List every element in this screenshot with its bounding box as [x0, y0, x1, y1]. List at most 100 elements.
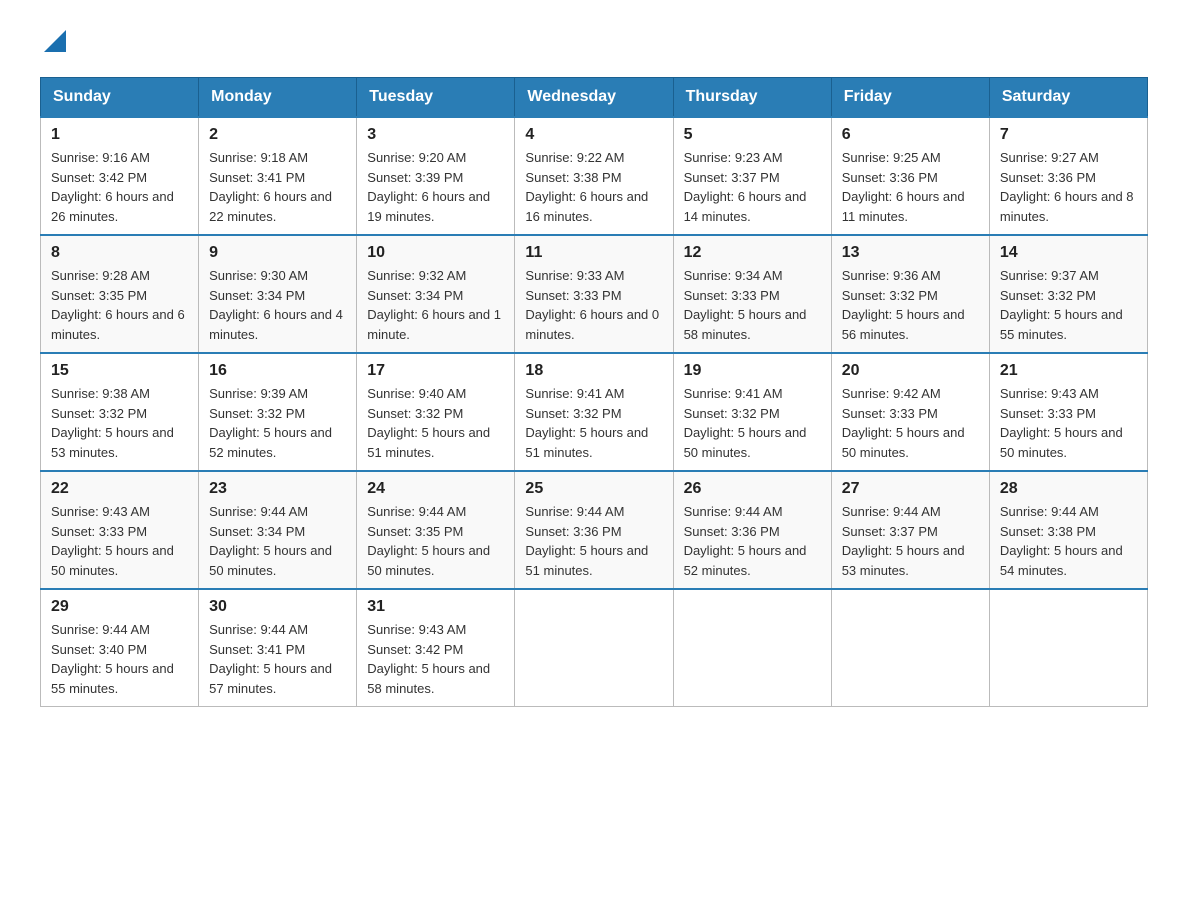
day-info: Sunrise: 9:41 AM Sunset: 3:32 PM Dayligh…	[525, 384, 662, 462]
day-info: Sunrise: 9:32 AM Sunset: 3:34 PM Dayligh…	[367, 266, 504, 344]
weekday-header-friday: Friday	[831, 78, 989, 118]
calendar-cell: 4 Sunrise: 9:22 AM Sunset: 3:38 PM Dayli…	[515, 117, 673, 235]
day-number: 3	[367, 126, 504, 144]
day-info: Sunrise: 9:44 AM Sunset: 3:36 PM Dayligh…	[525, 502, 662, 580]
day-number: 4	[525, 126, 662, 144]
calendar-cell: 16 Sunrise: 9:39 AM Sunset: 3:32 PM Dayl…	[199, 353, 357, 471]
weekday-header-wednesday: Wednesday	[515, 78, 673, 118]
calendar-cell: 19 Sunrise: 9:41 AM Sunset: 3:32 PM Dayl…	[673, 353, 831, 471]
calendar-cell: 22 Sunrise: 9:43 AM Sunset: 3:33 PM Dayl…	[41, 471, 199, 589]
day-info: Sunrise: 9:38 AM Sunset: 3:32 PM Dayligh…	[51, 384, 188, 462]
calendar-cell: 2 Sunrise: 9:18 AM Sunset: 3:41 PM Dayli…	[199, 117, 357, 235]
calendar-cell: 17 Sunrise: 9:40 AM Sunset: 3:32 PM Dayl…	[357, 353, 515, 471]
day-info: Sunrise: 9:44 AM Sunset: 3:37 PM Dayligh…	[842, 502, 979, 580]
day-number: 31	[367, 598, 504, 616]
calendar-cell: 5 Sunrise: 9:23 AM Sunset: 3:37 PM Dayli…	[673, 117, 831, 235]
day-number: 16	[209, 362, 346, 380]
calendar-cell: 23 Sunrise: 9:44 AM Sunset: 3:34 PM Dayl…	[199, 471, 357, 589]
week-row-1: 1 Sunrise: 9:16 AM Sunset: 3:42 PM Dayli…	[41, 117, 1148, 235]
calendar-cell	[515, 589, 673, 707]
day-info: Sunrise: 9:18 AM Sunset: 3:41 PM Dayligh…	[209, 148, 346, 226]
calendar-cell: 31 Sunrise: 9:43 AM Sunset: 3:42 PM Dayl…	[357, 589, 515, 707]
day-info: Sunrise: 9:37 AM Sunset: 3:32 PM Dayligh…	[1000, 266, 1137, 344]
day-info: Sunrise: 9:23 AM Sunset: 3:37 PM Dayligh…	[684, 148, 821, 226]
day-number: 20	[842, 362, 979, 380]
calendar-cell: 1 Sunrise: 9:16 AM Sunset: 3:42 PM Dayli…	[41, 117, 199, 235]
calendar-cell: 13 Sunrise: 9:36 AM Sunset: 3:32 PM Dayl…	[831, 235, 989, 353]
weekday-header-sunday: Sunday	[41, 78, 199, 118]
week-row-5: 29 Sunrise: 9:44 AM Sunset: 3:40 PM Dayl…	[41, 589, 1148, 707]
day-number: 7	[1000, 126, 1137, 144]
day-info: Sunrise: 9:30 AM Sunset: 3:34 PM Dayligh…	[209, 266, 346, 344]
day-number: 12	[684, 244, 821, 262]
day-number: 24	[367, 480, 504, 498]
day-info: Sunrise: 9:39 AM Sunset: 3:32 PM Dayligh…	[209, 384, 346, 462]
day-number: 15	[51, 362, 188, 380]
calendar-cell: 21 Sunrise: 9:43 AM Sunset: 3:33 PM Dayl…	[989, 353, 1147, 471]
calendar-cell: 30 Sunrise: 9:44 AM Sunset: 3:41 PM Dayl…	[199, 589, 357, 707]
calendar-cell: 10 Sunrise: 9:32 AM Sunset: 3:34 PM Dayl…	[357, 235, 515, 353]
day-info: Sunrise: 9:36 AM Sunset: 3:32 PM Dayligh…	[842, 266, 979, 344]
day-info: Sunrise: 9:20 AM Sunset: 3:39 PM Dayligh…	[367, 148, 504, 226]
day-info: Sunrise: 9:44 AM Sunset: 3:36 PM Dayligh…	[684, 502, 821, 580]
calendar-cell	[673, 589, 831, 707]
calendar-cell: 6 Sunrise: 9:25 AM Sunset: 3:36 PM Dayli…	[831, 117, 989, 235]
day-number: 11	[525, 244, 662, 262]
calendar-cell: 18 Sunrise: 9:41 AM Sunset: 3:32 PM Dayl…	[515, 353, 673, 471]
day-info: Sunrise: 9:41 AM Sunset: 3:32 PM Dayligh…	[684, 384, 821, 462]
day-info: Sunrise: 9:27 AM Sunset: 3:36 PM Dayligh…	[1000, 148, 1137, 226]
calendar-cell: 20 Sunrise: 9:42 AM Sunset: 3:33 PM Dayl…	[831, 353, 989, 471]
day-info: Sunrise: 9:34 AM Sunset: 3:33 PM Dayligh…	[684, 266, 821, 344]
calendar-cell	[989, 589, 1147, 707]
day-info: Sunrise: 9:44 AM Sunset: 3:40 PM Dayligh…	[51, 620, 188, 698]
day-info: Sunrise: 9:43 AM Sunset: 3:42 PM Dayligh…	[367, 620, 504, 698]
day-info: Sunrise: 9:28 AM Sunset: 3:35 PM Dayligh…	[51, 266, 188, 344]
logo-icon	[44, 30, 66, 52]
day-info: Sunrise: 9:22 AM Sunset: 3:38 PM Dayligh…	[525, 148, 662, 226]
week-row-3: 15 Sunrise: 9:38 AM Sunset: 3:32 PM Dayl…	[41, 353, 1148, 471]
day-info: Sunrise: 9:44 AM Sunset: 3:41 PM Dayligh…	[209, 620, 346, 698]
day-number: 10	[367, 244, 504, 262]
day-info: Sunrise: 9:43 AM Sunset: 3:33 PM Dayligh…	[1000, 384, 1137, 462]
calendar-table: SundayMondayTuesdayWednesdayThursdayFrid…	[40, 77, 1148, 707]
day-number: 2	[209, 126, 346, 144]
day-info: Sunrise: 9:40 AM Sunset: 3:32 PM Dayligh…	[367, 384, 504, 462]
day-number: 1	[51, 126, 188, 144]
day-number: 30	[209, 598, 346, 616]
calendar-cell: 27 Sunrise: 9:44 AM Sunset: 3:37 PM Dayl…	[831, 471, 989, 589]
day-info: Sunrise: 9:33 AM Sunset: 3:33 PM Dayligh…	[525, 266, 662, 344]
calendar-cell	[831, 589, 989, 707]
day-number: 19	[684, 362, 821, 380]
page-header	[40, 30, 1148, 57]
calendar-cell: 28 Sunrise: 9:44 AM Sunset: 3:38 PM Dayl…	[989, 471, 1147, 589]
day-info: Sunrise: 9:44 AM Sunset: 3:38 PM Dayligh…	[1000, 502, 1137, 580]
weekday-header-monday: Monday	[199, 78, 357, 118]
calendar-cell: 14 Sunrise: 9:37 AM Sunset: 3:32 PM Dayl…	[989, 235, 1147, 353]
day-number: 8	[51, 244, 188, 262]
calendar-cell: 24 Sunrise: 9:44 AM Sunset: 3:35 PM Dayl…	[357, 471, 515, 589]
day-number: 25	[525, 480, 662, 498]
day-number: 18	[525, 362, 662, 380]
day-info: Sunrise: 9:43 AM Sunset: 3:33 PM Dayligh…	[51, 502, 188, 580]
calendar-cell: 3 Sunrise: 9:20 AM Sunset: 3:39 PM Dayli…	[357, 117, 515, 235]
day-number: 28	[1000, 480, 1137, 498]
calendar-cell: 26 Sunrise: 9:44 AM Sunset: 3:36 PM Dayl…	[673, 471, 831, 589]
day-number: 22	[51, 480, 188, 498]
weekday-header-thursday: Thursday	[673, 78, 831, 118]
calendar-cell: 15 Sunrise: 9:38 AM Sunset: 3:32 PM Dayl…	[41, 353, 199, 471]
day-number: 29	[51, 598, 188, 616]
logo	[40, 30, 66, 57]
day-number: 27	[842, 480, 979, 498]
calendar-cell: 25 Sunrise: 9:44 AM Sunset: 3:36 PM Dayl…	[515, 471, 673, 589]
day-number: 13	[842, 244, 979, 262]
day-info: Sunrise: 9:42 AM Sunset: 3:33 PM Dayligh…	[842, 384, 979, 462]
calendar-cell: 7 Sunrise: 9:27 AM Sunset: 3:36 PM Dayli…	[989, 117, 1147, 235]
day-info: Sunrise: 9:16 AM Sunset: 3:42 PM Dayligh…	[51, 148, 188, 226]
weekday-header-saturday: Saturday	[989, 78, 1147, 118]
day-number: 9	[209, 244, 346, 262]
calendar-cell: 29 Sunrise: 9:44 AM Sunset: 3:40 PM Dayl…	[41, 589, 199, 707]
day-number: 6	[842, 126, 979, 144]
calendar-cell: 8 Sunrise: 9:28 AM Sunset: 3:35 PM Dayli…	[41, 235, 199, 353]
week-row-4: 22 Sunrise: 9:43 AM Sunset: 3:33 PM Dayl…	[41, 471, 1148, 589]
day-number: 26	[684, 480, 821, 498]
